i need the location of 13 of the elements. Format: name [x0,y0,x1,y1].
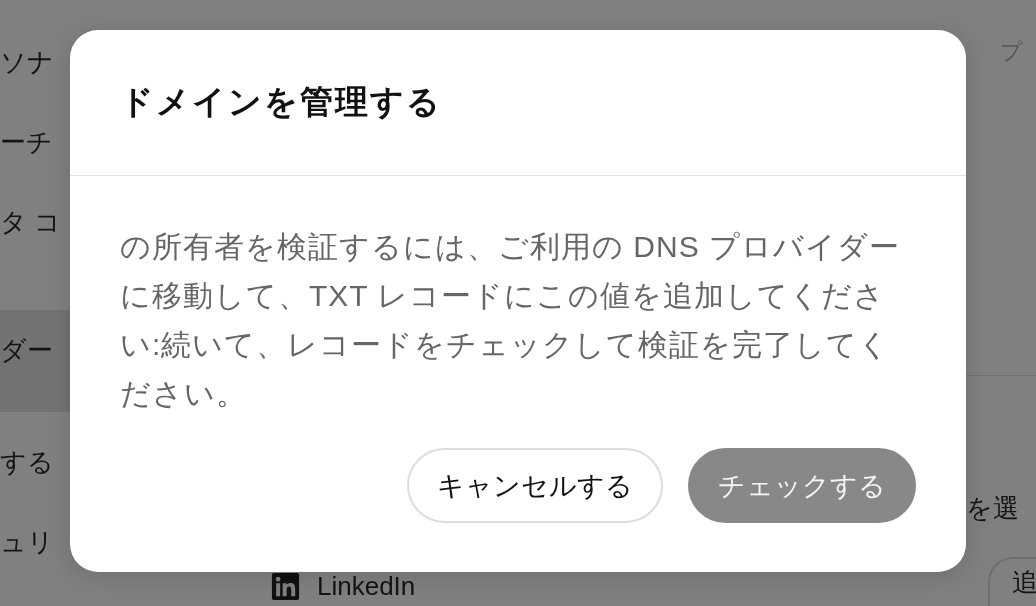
nav-item[interactable]: ダー [0,310,70,412]
nav-item[interactable]: ソナ [0,22,70,102]
nav-item[interactable]: する [0,422,70,502]
add-button[interactable]: 追 [988,557,1036,606]
dialog-message: の所有者を検証するには、ご利用の DNS プロバイダーに移動して、TXT レコードにこの値を追加してください:続いて、レコードをチェックして検証を完了してください。 [120,229,901,412]
cancel-button[interactable]: キャンセルする [407,448,663,523]
nav-item[interactable]: ュリ [0,502,70,582]
nav-item[interactable]: タ コ [0,182,70,262]
linkedin-logo-icon [270,570,301,602]
dialog-title: ドメインを管理する [120,82,442,122]
prompt-text: を選 [966,493,1019,523]
nav-item[interactable]: ーチ [0,102,70,182]
account-name: LinkedIn [317,570,416,602]
